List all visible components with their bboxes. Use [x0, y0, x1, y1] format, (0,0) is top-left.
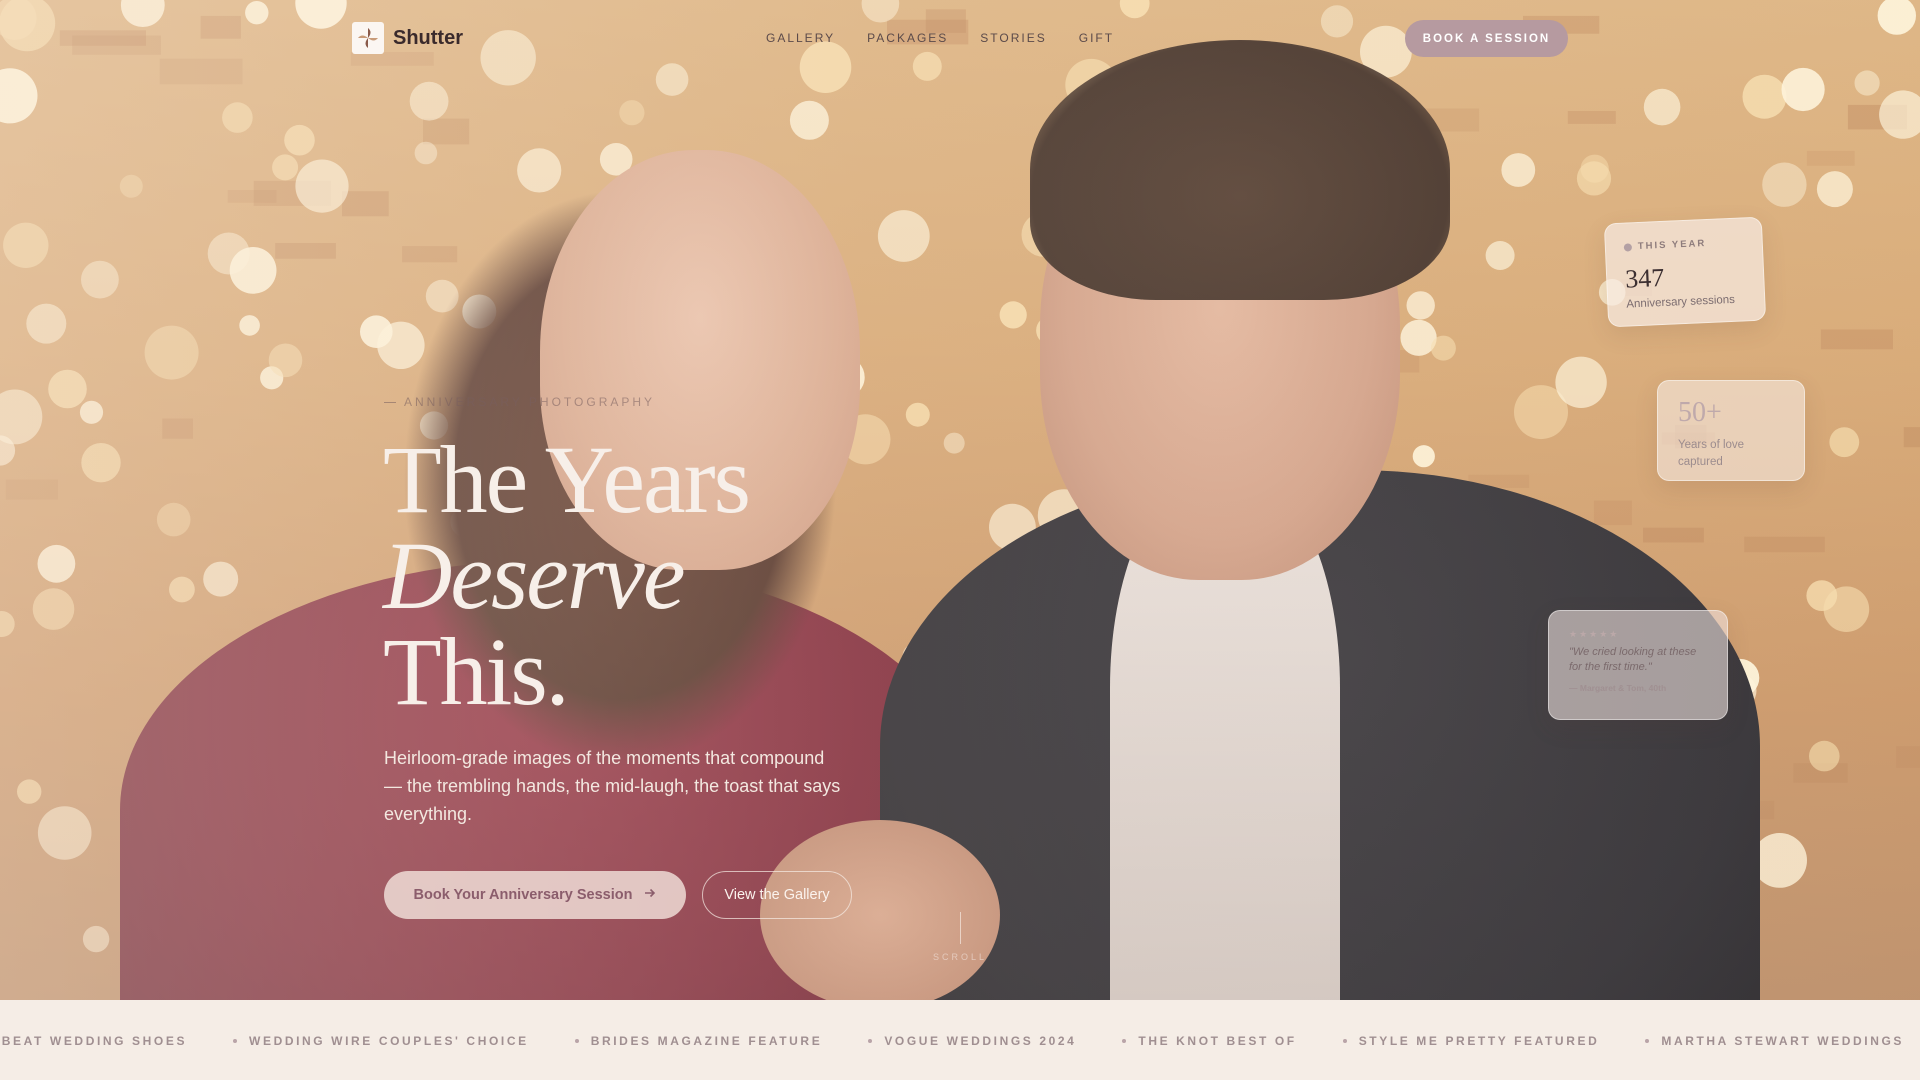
- stat-card-years: 50+ Years of love captured: [1657, 380, 1805, 481]
- press-marquee-item: JUNEBUG WEDDINGS: [1904, 1034, 1920, 1048]
- bullet-dot-icon: [574, 1039, 579, 1043]
- press-marquee-item: MARTHA STEWART WEDDINGS: [1599, 1034, 1904, 1048]
- press-marquee-text: BRIDES MAGAZINE FEATURE: [590, 1034, 823, 1048]
- headline-line-1: The Years: [383, 426, 751, 533]
- press-marquee-item: STYLE ME PRETTY FEATURED: [1297, 1034, 1600, 1048]
- eyebrow-text: ANNIVERSARY PHOTOGRAPHY: [404, 395, 656, 409]
- scroll-label: SCROLL: [932, 952, 987, 962]
- nav-link-stories[interactable]: STORIES: [980, 31, 1046, 45]
- scroll-line: [959, 912, 961, 944]
- brand-logo[interactable]: Shutter: [352, 22, 463, 54]
- book-anniversary-session-label: Book Your Anniversary Session: [413, 887, 633, 903]
- press-marquee-item: BRIDES MAGAZINE FEATURE: [529, 1034, 823, 1048]
- hero-overlay: [0, 0, 1920, 1000]
- brand-name: Shutter: [393, 26, 463, 49]
- view-gallery-button[interactable]: View the Gallery: [702, 871, 852, 919]
- press-marquee-text: VOGUE WEDDINGS 2024: [884, 1034, 1077, 1048]
- bullet-dot-icon: [868, 1039, 873, 1043]
- book-session-button[interactable]: BOOK A SESSION: [1405, 20, 1568, 57]
- bullet-dot-icon: [233, 1039, 238, 1043]
- top-navigation: Shutter GALLERY PACKAGES STORIES GIFT BO…: [0, 0, 1920, 76]
- book-anniversary-session-button[interactable]: Book Your Anniversary Session: [384, 871, 686, 919]
- nav-links: GALLERY PACKAGES STORIES GIFT: [766, 31, 1114, 45]
- press-marquee-item: THE KNOT BEST OF: [1076, 1034, 1296, 1048]
- hero-headline: The Years Deserve This.: [383, 426, 751, 725]
- press-marquee-item: WEDDING WIRE COUPLES' CHOICE: [187, 1034, 529, 1048]
- headline-line-3: This.: [383, 618, 570, 725]
- hero-eyebrow: ANNIVERSARY PHOTOGRAPHY: [384, 395, 655, 409]
- press-marquee-text: OFFBEAT WEDDING SHOES: [0, 1034, 188, 1048]
- stat-card-this-year: THIS YEAR 347 Anniversary sessions: [1603, 216, 1767, 328]
- rating-stars-icon: ★★★★★: [1569, 629, 1620, 639]
- press-marquee: OFFBEAT WEDDING SHOES WEDDING WIRE COUPLE…: [0, 1000, 1920, 1080]
- press-marquee-text: MARTHA STEWART WEDDINGS: [1661, 1034, 1905, 1048]
- bullet-dot-icon: [1342, 1039, 1347, 1043]
- years-card-caption: Years of love captured: [1678, 439, 1745, 468]
- arrow-right-icon: [644, 887, 656, 903]
- press-marquee-text: THE KNOT BEST OF: [1138, 1034, 1297, 1048]
- scroll-indicator[interactable]: SCROLL: [928, 912, 992, 962]
- nav-link-gallery[interactable]: GALLERY: [766, 31, 835, 45]
- press-marquee-text: STYLE ME PRETTY FEATURED: [1358, 1034, 1600, 1048]
- headline-line-2: Deserve: [383, 522, 685, 629]
- testimonial-author: — Margaret & Tom, 40th: [1569, 683, 1667, 693]
- hero-section: [0, 0, 1920, 1000]
- dot-icon: [1623, 242, 1633, 252]
- press-marquee-track: OFFBEAT WEDDING SHOES WEDDING WIRE COUPLE…: [0, 1034, 1920, 1048]
- nav-link-gift[interactable]: GIFT: [1079, 31, 1114, 45]
- years-card-value: 50+: [1678, 397, 1722, 428]
- pinwheel-logo-icon: [352, 22, 384, 54]
- bullet-dot-icon: [1645, 1039, 1650, 1043]
- testimonial-quote: "We cried looking at these for the first…: [1569, 646, 1697, 673]
- stat-card-caption: Anniversary sessions: [1626, 293, 1736, 311]
- press-marquee-text: WEDDING WIRE COUPLES' CHOICE: [249, 1034, 529, 1048]
- press-marquee-item: OFFBEAT WEDDING SHOES: [0, 1034, 187, 1048]
- press-marquee-item: VOGUE WEDDINGS 2024: [822, 1034, 1076, 1048]
- testimonial-card: ★★★★★ "We cried looking at these for the…: [1548, 610, 1728, 720]
- stat-card-label: THIS YEAR: [1637, 238, 1707, 253]
- eyebrow-divider: [384, 401, 396, 403]
- bullet-dot-icon: [1122, 1039, 1127, 1043]
- nav-link-packages[interactable]: PACKAGES: [867, 31, 948, 45]
- hero-subcopy: Heirloom-grade images of the moments tha…: [384, 748, 841, 824]
- stat-card-value: 347: [1624, 262, 1665, 294]
